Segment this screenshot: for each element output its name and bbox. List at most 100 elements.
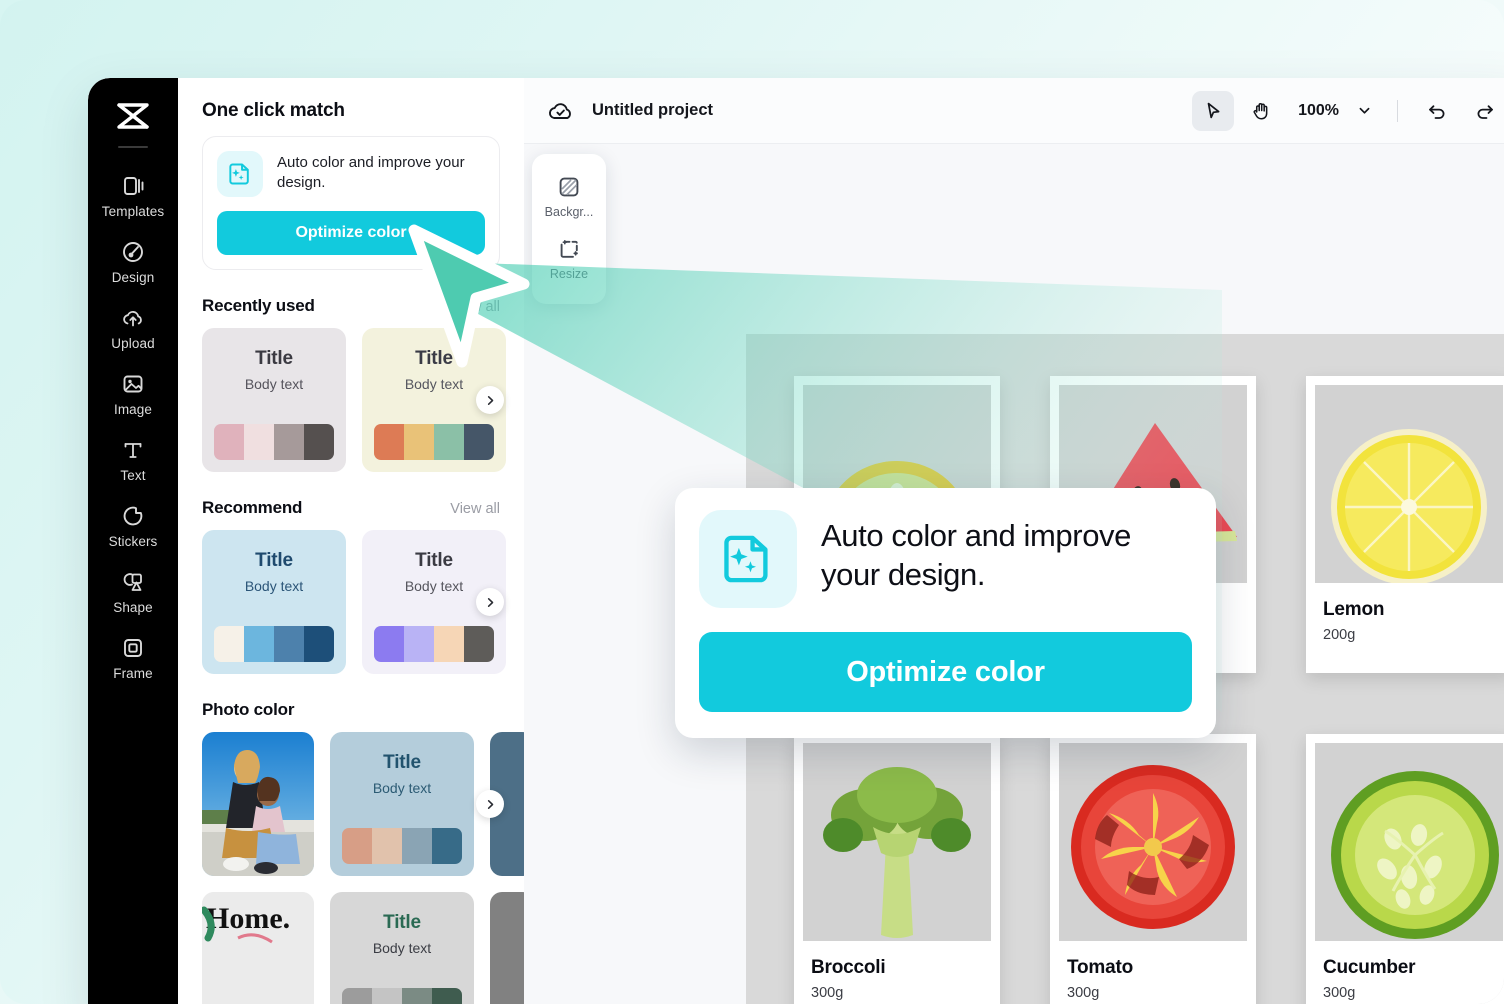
background-tool-button[interactable]: Backgr... — [532, 166, 606, 228]
sidebar-item-frame[interactable]: Frame — [88, 624, 178, 690]
palette-card[interactable]: Title Body text — [330, 892, 474, 1004]
product-image — [1315, 385, 1503, 583]
section-title: Recently used — [202, 296, 315, 315]
product-image — [1059, 743, 1247, 941]
one-click-match-card: Auto color and improve your design. Opti… — [202, 136, 500, 270]
palette-card-body: Body text — [372, 780, 432, 796]
palette-card[interactable]: Title Body text — [202, 530, 346, 674]
swatch-strip — [214, 424, 334, 460]
photo-color-row: Title Body text — [202, 732, 524, 876]
carousel-next-button[interactable] — [476, 790, 504, 818]
image-icon — [120, 371, 146, 397]
tooltip-optimize-color-button[interactable]: Optimize color — [699, 632, 1192, 712]
people-photo — [202, 732, 314, 876]
recommend-row: Title Body text Title Body text — [202, 530, 506, 674]
photo-thumbnail[interactable]: Home. — [202, 892, 314, 1004]
undo-button[interactable] — [1416, 91, 1458, 131]
auto-color-magic-icon — [217, 151, 263, 197]
templates-icon — [120, 173, 146, 199]
product-name: Cucumber — [1323, 957, 1416, 978]
sidebar-item-label: Stickers — [108, 534, 158, 549]
sidebar-item-label: Text — [120, 468, 146, 483]
mini-tool-label: Backgr... — [544, 205, 594, 219]
product-meta: Cucumber 300g — [1315, 941, 1503, 1004]
panel-title: One click match — [202, 100, 345, 121]
text-icon — [120, 437, 146, 463]
view-all-link[interactable]: View all — [450, 501, 500, 517]
product-weight: 300g — [1067, 985, 1100, 1001]
section-title: Photo color — [202, 700, 295, 719]
product-card[interactable]: Lemon 200g — [1306, 376, 1504, 673]
swatch-strip — [374, 424, 494, 460]
carousel-next-button[interactable] — [476, 588, 504, 616]
sidebar-item-templates[interactable]: Templates — [88, 162, 178, 228]
photo-thumbnail[interactable] — [202, 732, 314, 876]
redo-icon — [1474, 100, 1496, 122]
carousel-next-button[interactable] — [476, 386, 504, 414]
sidebar-item-design[interactable]: Design — [88, 228, 178, 294]
palette-card-body: Body text — [372, 940, 432, 956]
redo-button[interactable] — [1464, 91, 1504, 131]
hand-pan-icon — [1251, 100, 1272, 121]
card-notch-bar — [1315, 661, 1503, 673]
product-meta: Tomato 300g — [1059, 941, 1247, 1004]
hand-pan-tool-button[interactable] — [1240, 91, 1282, 131]
cloud-saved-icon — [546, 99, 576, 123]
view-all-link[interactable]: View all — [450, 299, 500, 315]
home-poster-photo: Home. — [202, 892, 314, 1004]
cursor-select-icon — [1203, 101, 1223, 121]
optimize-color-button[interactable]: Optimize color — [217, 211, 485, 255]
sidebar-item-stickers[interactable]: Stickers — [88, 492, 178, 558]
design-brush-icon — [120, 239, 146, 265]
product-meta: Lemon 200g — [1315, 583, 1503, 661]
frame-icon — [120, 635, 146, 661]
swatch-strip — [342, 828, 462, 864]
canvas-mini-toolbar: Backgr... Resize — [532, 154, 606, 304]
palette-card-title: Title — [255, 348, 293, 369]
palette-card-title: Title — [255, 550, 293, 571]
product-weight: 200g — [1323, 627, 1356, 643]
product-weight: 300g — [811, 985, 844, 1001]
color-match-panel: One click match Auto color and improve y… — [178, 78, 524, 1004]
sidebar-item-text[interactable]: Text — [88, 426, 178, 492]
product-card[interactable]: Tomato 300g — [1050, 734, 1256, 1004]
resize-tool-button[interactable]: Resize — [532, 228, 606, 290]
product-weight: 300g — [1323, 985, 1356, 1001]
sidebar-item-label: Upload — [111, 336, 155, 351]
palette-card-body: Body text — [244, 578, 304, 594]
palette-card[interactable]: Title Body text — [330, 732, 474, 876]
toolbar-divider — [1397, 99, 1398, 122]
sidebar-item-upload[interactable]: Upload — [88, 294, 178, 360]
palette-card-title: Title — [415, 348, 453, 369]
product-meta: Broccoli 300g — [803, 941, 991, 1004]
cursor-select-tool-button[interactable] — [1192, 90, 1235, 131]
svg-text:Home.: Home. — [206, 902, 290, 935]
capcut-logo-icon[interactable] — [107, 94, 159, 138]
section-header-recently-used: Recently used View all — [202, 296, 500, 316]
palette-card-body: Body text — [404, 376, 464, 392]
section-header-recommend: Recommend View all — [202, 498, 500, 518]
promo-description: Auto color and improve your design. — [277, 154, 465, 191]
recently-used-row: Title Body text Title Body text — [202, 328, 506, 472]
background-icon — [557, 175, 581, 199]
project-name[interactable]: Untitled project — [592, 101, 713, 120]
shape-icon — [120, 569, 146, 595]
upload-cloud-icon — [120, 305, 146, 331]
sidebar-item-shape[interactable]: Shape — [88, 558, 178, 624]
product-card[interactable]: Broccoli 300g — [794, 734, 1000, 1004]
product-card[interactable]: Cucumber 300g — [1306, 734, 1504, 1004]
palette-card-title: Title — [383, 912, 421, 933]
section-title: Recommend — [202, 498, 303, 517]
product-image — [1315, 743, 1503, 941]
palette-card[interactable]: Title Body text — [202, 328, 346, 472]
photo-color-row-2: Home. Title Body text — [202, 892, 524, 1004]
left-rail: Templates Design Upload Image Text Stick… — [88, 78, 178, 1004]
feature-tooltip: Auto color and improve your design. Opti… — [675, 488, 1216, 738]
zoom-dropdown-button[interactable] — [1349, 91, 1379, 131]
palette-card-title: Title — [415, 550, 453, 571]
palette-card-body: Body text — [404, 578, 464, 594]
zoom-level-value[interactable]: 100% — [1288, 102, 1343, 120]
sidebar-item-label: Frame — [113, 666, 153, 681]
sidebar-item-image[interactable]: Image — [88, 360, 178, 426]
product-name: Lemon — [1323, 599, 1385, 620]
